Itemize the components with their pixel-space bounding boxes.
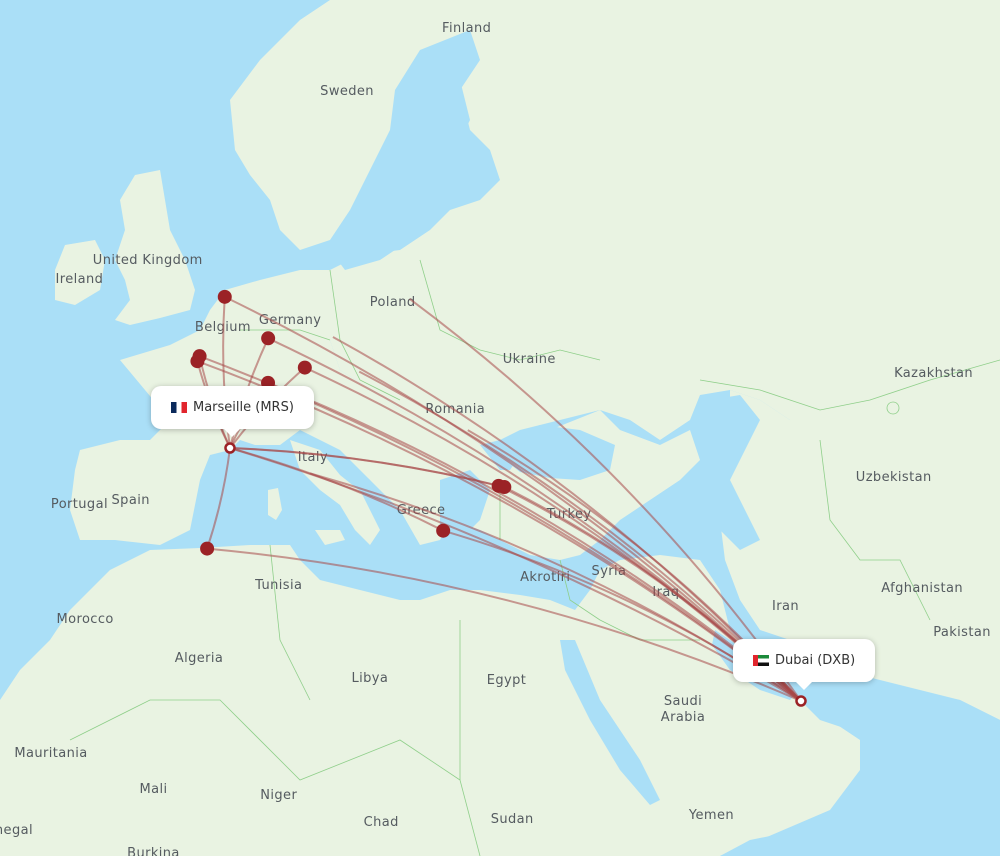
route-origin-to-hub	[229, 447, 444, 532]
airport-marker[interactable]	[190, 354, 205, 369]
airport-marker[interactable]	[200, 541, 215, 556]
airport-marker[interactable]	[261, 331, 276, 346]
route-map[interactable]: Finland Sweden United Kingdom Ireland Poland…	[0, 0, 1000, 856]
flag-france-icon	[171, 402, 187, 413]
destination-tooltip[interactable]: Dubai (DXB)	[733, 639, 876, 690]
origin-label: Marseille (MRS)	[193, 400, 294, 415]
origin-tooltip[interactable]: Marseille (MRS)	[151, 386, 314, 437]
destination-airport-marker[interactable]	[795, 695, 807, 707]
route-hub-to-destination	[267, 381, 802, 702]
route-hub-to-destination	[224, 295, 802, 702]
airport-marker[interactable]	[497, 480, 512, 495]
route-origin-to-hub	[206, 447, 231, 549]
destination-label: Dubai (DXB)	[775, 653, 856, 668]
airport-marker[interactable]	[297, 360, 312, 375]
flag-uae-icon	[753, 655, 769, 666]
airport-marker[interactable]	[436, 523, 451, 538]
airport-marker[interactable]	[217, 289, 232, 304]
route-direct	[229, 447, 802, 702]
routes-layer	[190, 289, 807, 707]
route-origin-to-hub	[229, 447, 505, 489]
origin-airport-marker[interactable]	[224, 442, 236, 454]
route-origin-to-hub	[229, 447, 499, 487]
route-hub-to-destination	[207, 547, 802, 702]
